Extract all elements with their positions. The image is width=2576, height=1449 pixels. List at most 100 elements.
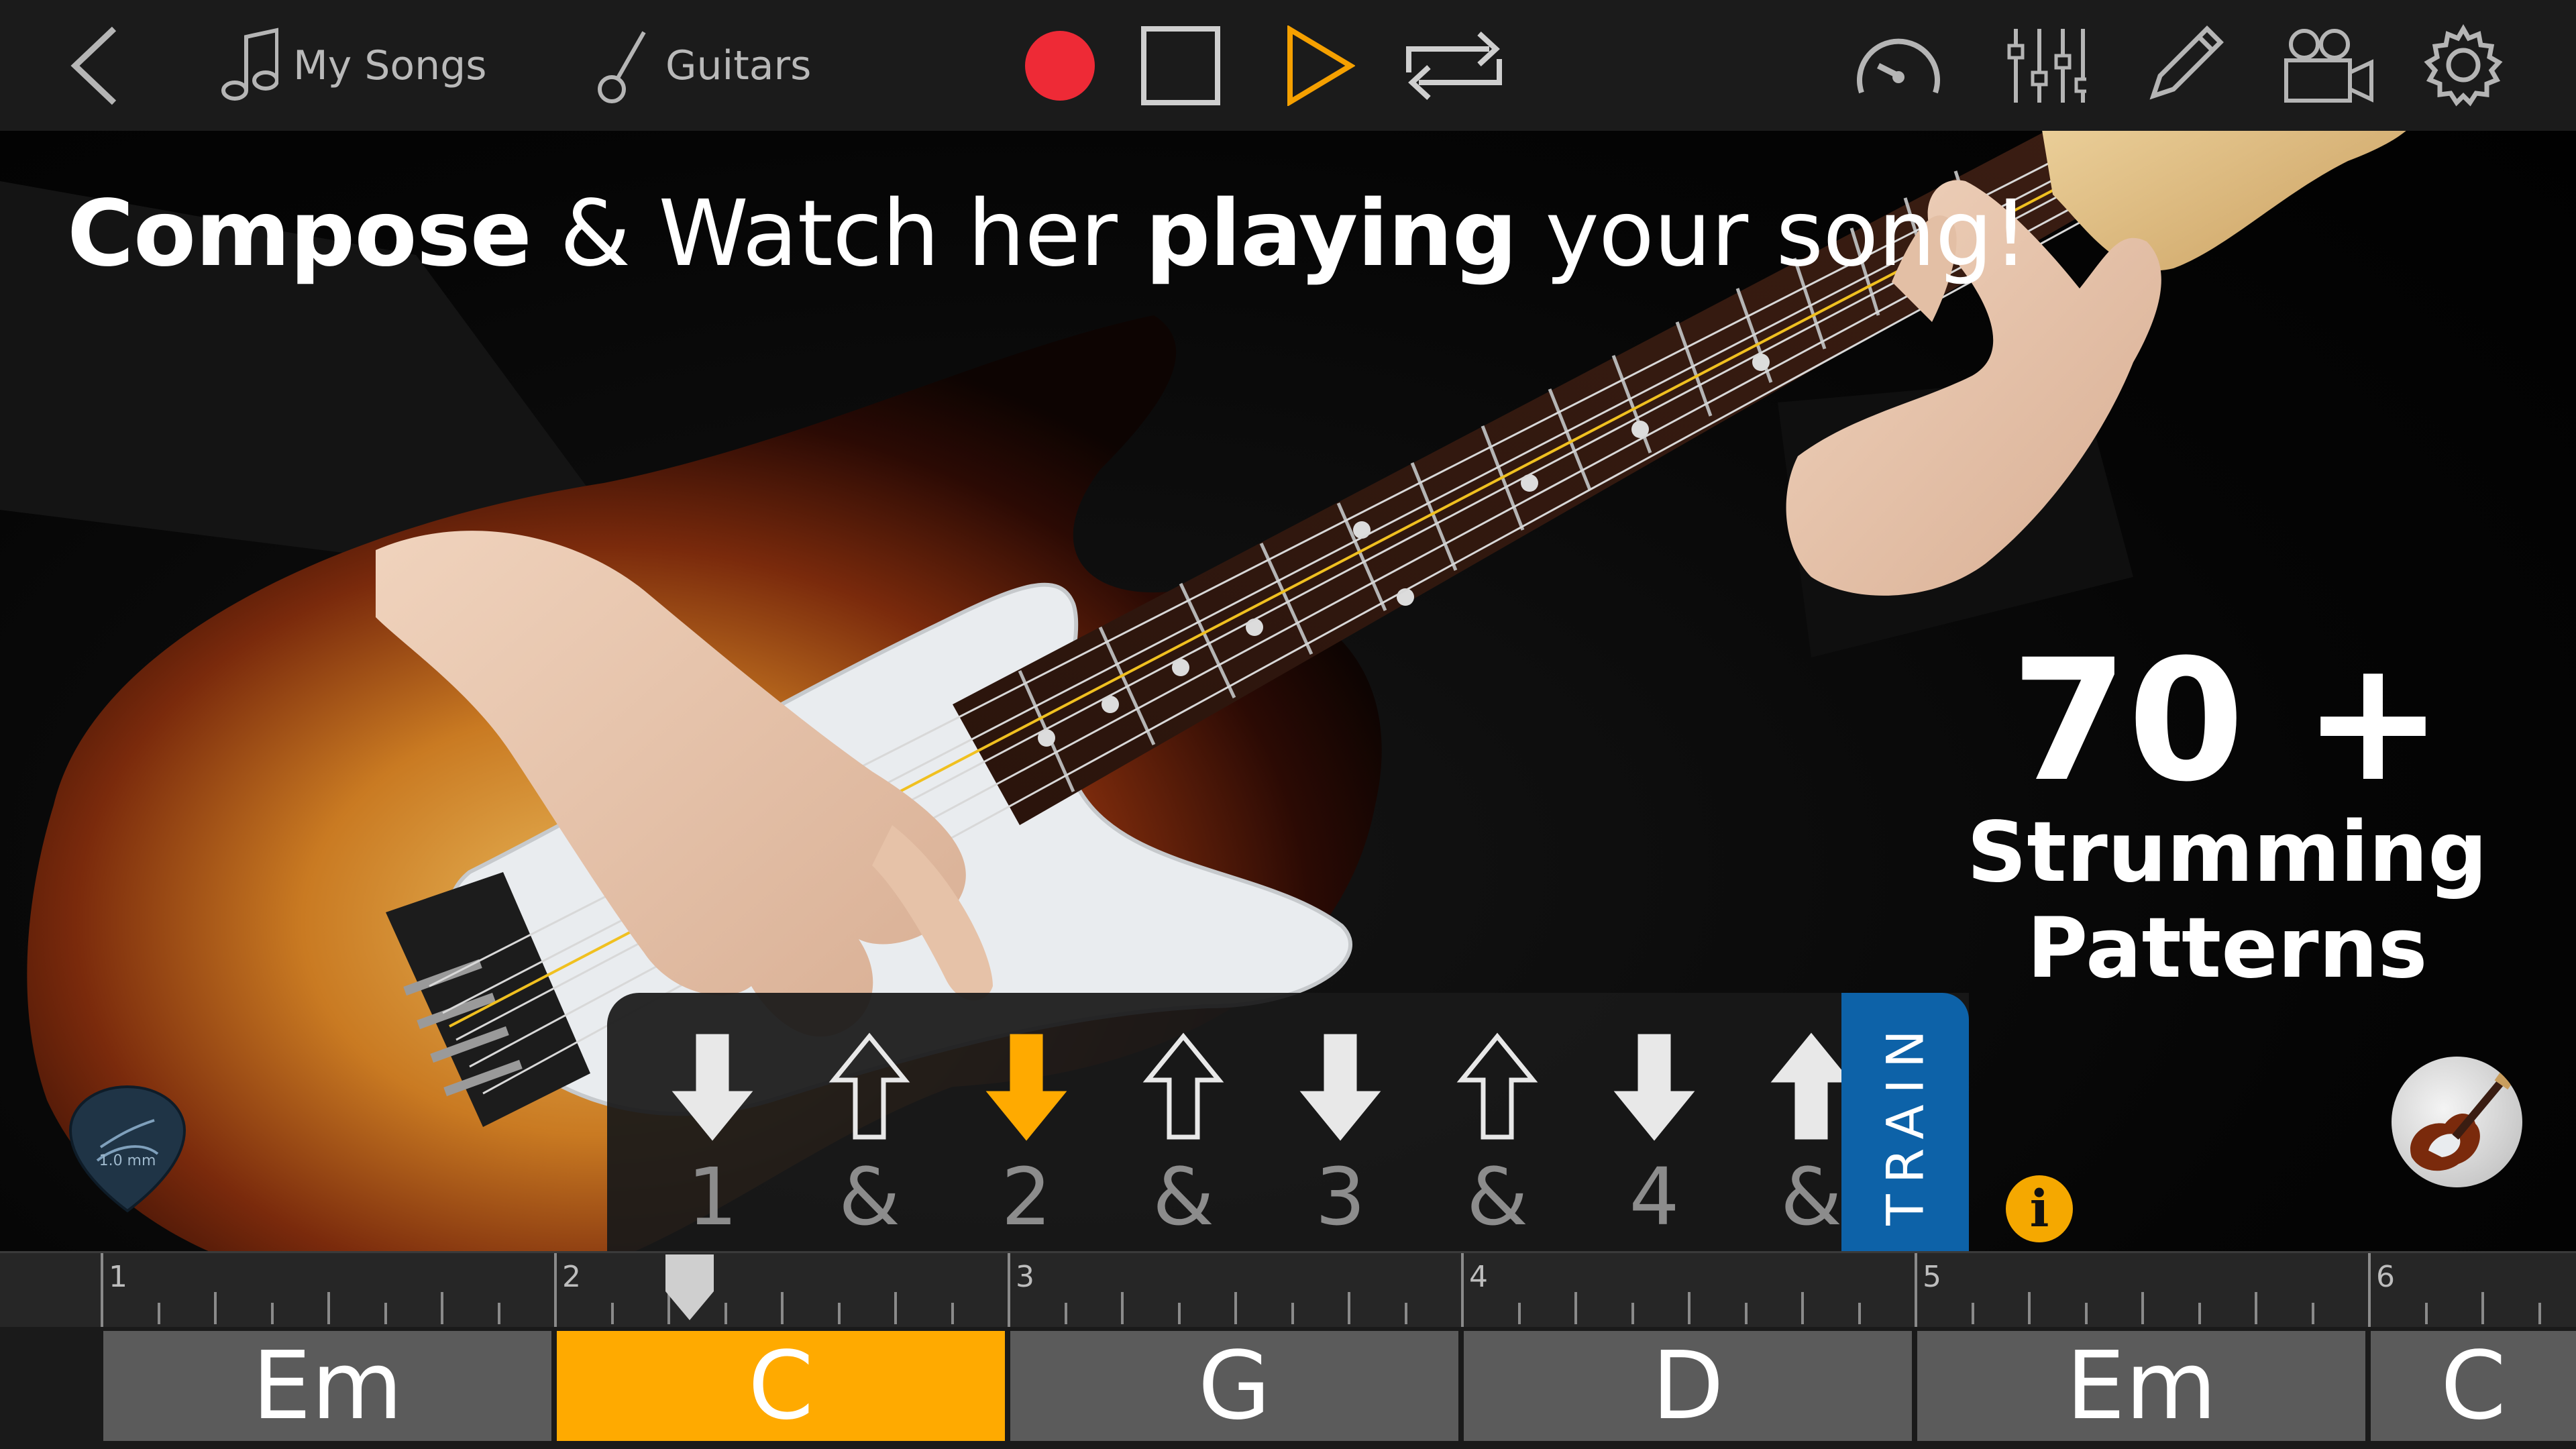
beat-tick: [1517, 1303, 1521, 1324]
chord-block[interactable]: Em: [1917, 1331, 2365, 1441]
chord-block[interactable]: C: [2371, 1331, 2576, 1441]
bar-number: 5: [1923, 1260, 1941, 1294]
beat-tick: [1234, 1292, 1237, 1324]
beat-count: 4: [1629, 1150, 1680, 1243]
guitar-pick-icon: [68, 1085, 186, 1213]
strum-beat[interactable]: 3: [1262, 993, 1419, 1251]
edit-button[interactable]: [2140, 0, 2227, 131]
chord-block[interactable]: D: [1464, 1331, 1912, 1441]
beat-tick: [1404, 1303, 1407, 1324]
bar-line: [101, 1253, 103, 1327]
guitar-icon: [598, 31, 646, 103]
bar-line: [1461, 1253, 1464, 1327]
play-icon: [1287, 25, 1355, 106]
headline: Compose & Watch her playing your song!: [67, 181, 2029, 287]
beat-tick: [2311, 1303, 2314, 1324]
beat-tick: [270, 1303, 274, 1324]
beat-tick: [2481, 1292, 2484, 1324]
settings-button[interactable]: [2422, 0, 2506, 131]
my-songs-label: My Songs: [293, 42, 487, 89]
beat-tick: [724, 1303, 727, 1324]
promo-line2: Patterns: [2027, 900, 2428, 997]
arrow-down-icon: [985, 1034, 1067, 1141]
train-label: TRAIN: [1875, 1018, 1935, 1226]
top-toolbar: My Songs Guitars: [0, 0, 2576, 131]
beat-count: 3: [1315, 1150, 1366, 1243]
train-button[interactable]: TRAIN: [1841, 993, 1969, 1251]
loop-button[interactable]: [1402, 0, 1506, 131]
video-camera-icon: [2284, 28, 2373, 103]
promo-line1: Strumming: [1967, 804, 2487, 901]
beat-tick: [2084, 1303, 2088, 1324]
headline-playing: playing: [1145, 181, 1517, 287]
strum-beat[interactable]: 2: [948, 993, 1105, 1251]
beat-tick: [1064, 1303, 1067, 1324]
beat-tick: [1291, 1303, 1294, 1324]
loop-icon: [1406, 31, 1502, 100]
guitar-thumbnail-icon: [2410, 1063, 2520, 1171]
bar-line: [2368, 1253, 2371, 1327]
pick-button[interactable]: 1.0 mm: [60, 1080, 195, 1214]
beat-tick: [2198, 1303, 2201, 1324]
strum-beat[interactable]: 4: [1576, 993, 1733, 1251]
chord-block[interactable]: G: [1010, 1331, 1458, 1441]
bar-number: 4: [1469, 1260, 1488, 1294]
arrow-up-icon: [1142, 1032, 1224, 1140]
play-button[interactable]: [1285, 0, 1355, 131]
chord-block[interactable]: Em: [103, 1331, 551, 1441]
beat-tick: [384, 1303, 387, 1324]
strum-beat[interactable]: 1: [634, 993, 791, 1251]
arrow-down-icon: [1613, 1034, 1695, 1141]
beat-count: &: [838, 1150, 900, 1243]
guitars-button[interactable]: Guitars: [597, 0, 811, 131]
beat-tick: [1971, 1303, 1974, 1324]
gear-icon: [2424, 23, 2503, 107]
bar-number: 6: [2376, 1260, 2395, 1294]
playhead-icon: [665, 1254, 714, 1320]
arrow-down-icon: [1299, 1034, 1381, 1141]
strum-beat[interactable]: &: [791, 993, 948, 1251]
chord-block[interactable]: C: [557, 1331, 1005, 1441]
bar-line: [1008, 1253, 1010, 1327]
chevron-left-icon: [70, 26, 117, 105]
arrow-up-icon: [1456, 1032, 1538, 1140]
beat-tick: [497, 1303, 500, 1324]
guitar-select-button[interactable]: [2392, 1057, 2522, 1187]
headline-compose: Compose: [67, 181, 532, 287]
timeline-ruler[interactable]: 1 2 3 4 5 6: [0, 1251, 2576, 1327]
beat-count: &: [1152, 1150, 1214, 1243]
beat-tick: [951, 1303, 954, 1324]
beat-tick: [214, 1292, 217, 1324]
stop-icon: [1141, 25, 1220, 105]
bar-line: [1915, 1253, 1917, 1327]
tempo-button[interactable]: [1851, 0, 1945, 131]
strum-beat[interactable]: &: [1419, 993, 1576, 1251]
info-icon: i: [2029, 1179, 2049, 1238]
beat-tick: [1858, 1303, 1861, 1324]
pick-size-label: 1.0 mm: [99, 1152, 156, 1169]
bar-number: 1: [109, 1260, 127, 1294]
info-button[interactable]: i: [2006, 1175, 2073, 1242]
music-note-icon: [221, 28, 278, 101]
beat-tick: [327, 1292, 330, 1324]
my-songs-button[interactable]: My Songs: [221, 0, 487, 131]
beat-tick: [157, 1303, 160, 1324]
strum-beat[interactable]: &: [1105, 993, 1262, 1251]
pencil-icon: [2149, 25, 2224, 100]
beat-tick: [2028, 1292, 2031, 1324]
bar-line: [554, 1253, 557, 1327]
beat-tick: [441, 1292, 443, 1324]
stop-button[interactable]: [1140, 0, 1221, 131]
beat-tick: [1744, 1303, 1748, 1324]
record-button[interactable]: [1023, 0, 1097, 131]
beat-count: 1: [687, 1150, 738, 1243]
mixer-button[interactable]: [2006, 0, 2086, 131]
beat-tick: [2255, 1292, 2257, 1324]
beat-tick: [1177, 1303, 1181, 1324]
speedometer-icon: [1857, 38, 1940, 93]
video-button[interactable]: [2281, 0, 2375, 131]
headline-watch: & Watch her: [531, 181, 1146, 287]
back-button[interactable]: [67, 0, 121, 131]
playhead-marker[interactable]: [663, 1254, 716, 1322]
strumming-promo: 70 + Strumming Patterns: [1945, 637, 2509, 996]
